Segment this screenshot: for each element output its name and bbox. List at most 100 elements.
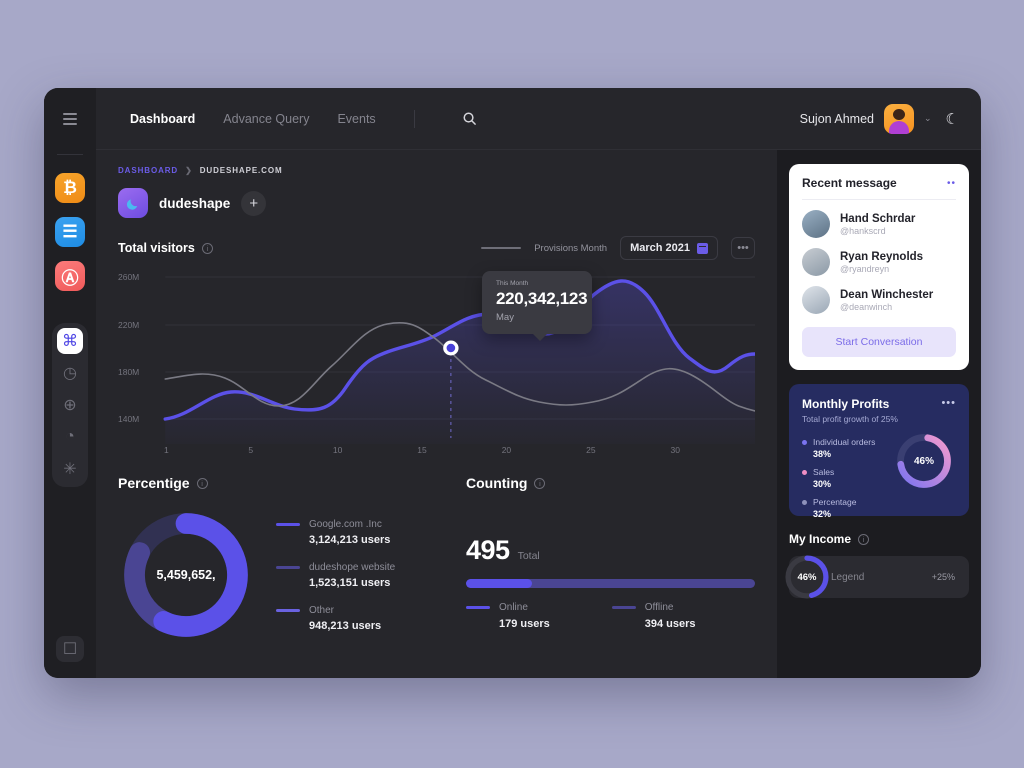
message-list-item[interactable]: Hand Schrdar @hankscrd (802, 210, 956, 238)
profit-label-sales: Sales (813, 467, 835, 477)
y-tick-180m: 180M (118, 367, 140, 377)
date-picker-value: March 2021 (630, 242, 690, 254)
visitors-info-icon[interactable]: i (201, 242, 213, 254)
monthly-profits-card: Monthly Profits Total profit growth of 2… (789, 384, 969, 519)
message-list-item[interactable]: Dean Winchester @deanwinch (802, 286, 956, 314)
nav-item-advance-query[interactable]: Advance Query (223, 112, 309, 126)
avatar (802, 210, 830, 238)
tooltip-value: 220,342,123 (496, 289, 588, 308)
counting-label-online: Online (499, 602, 528, 613)
counting-progress-fill (466, 579, 533, 588)
legend-value-dudeshope: 1,523,151 users (309, 576, 391, 589)
percentige-title: Percentige (118, 475, 190, 491)
left-rail: ₿ ☰ Ⓐ ⌘ ◷ ⊕ ◔ ✳ ☐ (44, 88, 96, 678)
nav-item-dashboard[interactable]: Dashboard (130, 112, 195, 126)
legend-swatch-dudeshope (276, 565, 300, 569)
percentige-info-icon[interactable]: i (196, 477, 208, 489)
tooltip-month: May (496, 312, 514, 323)
primary-nav: Dashboard Advance Query Events (130, 106, 483, 132)
command-icon[interactable]: ⌘ (57, 328, 83, 354)
moon-icon[interactable]: ☾ (946, 110, 959, 128)
counting-label-offline: Offline (644, 602, 674, 613)
profit-label-individual-orders: Individual orders (813, 437, 876, 447)
monthly-profits-menu-button[interactable]: ••• (941, 397, 956, 409)
start-conversation-button[interactable]: Start Conversation (802, 327, 956, 357)
avatar (802, 248, 830, 276)
percentige-donut: 5,459,652, (118, 507, 254, 643)
y-tick-260m: 260M (118, 272, 140, 282)
chat-icon[interactable]: ☐ (56, 636, 84, 662)
percentige-widget: Percentige i 5,459,652, Google.com .Inc … (118, 471, 448, 643)
my-income-header: My Income i (789, 532, 969, 546)
recent-message-card: Recent message •• Hand Schrdar @hankscrd (789, 164, 969, 370)
search-icon[interactable] (457, 106, 483, 132)
counting-swatch-online (466, 606, 490, 609)
recent-message-title: Recent message (802, 176, 897, 190)
chart-tooltip: This Month 220,342,123 May (482, 271, 592, 341)
message-person-name: Dean Winchester (840, 288, 934, 301)
my-income-title: My Income (789, 532, 852, 546)
visitors-menu-button[interactable]: ••• (731, 237, 755, 259)
visitors-title: Total visitors (118, 241, 195, 255)
avatar[interactable] (884, 103, 914, 134)
date-picker[interactable]: March 2021 (620, 236, 718, 260)
main-content: DASHBOARD ❯ DUDESHAPE.COM dudeshape + To (96, 150, 777, 678)
breadcrumb-root[interactable]: DASHBOARD (118, 166, 178, 175)
legend-label-other: Other (309, 604, 335, 616)
user-name: Sujon Ahmed (799, 111, 874, 126)
provisions-legend-swatch (481, 247, 522, 249)
legend-label-google: Google.com .Inc (309, 518, 382, 530)
add-site-button[interactable]: + (241, 190, 267, 216)
app-shell: Dashboard Advance Query Events Sujon Ahm… (96, 88, 981, 678)
message-person-name: Ryan Reynolds (840, 250, 924, 263)
visitors-tools: Provisions Month March 2021 ••• (481, 236, 755, 260)
bitcoin-app-icon[interactable]: ₿ (55, 173, 85, 203)
counting-title: Counting (466, 475, 528, 491)
counting-value-online: 179 users (499, 618, 550, 630)
calendar-icon (697, 242, 708, 254)
counting-header: Counting i (466, 475, 755, 491)
profit-label-percentage: Percentage (813, 497, 857, 507)
sparkle-icon[interactable]: ✳ (57, 456, 83, 482)
percentige-body: 5,459,652, Google.com .Inc 3,124,213 use… (118, 507, 448, 643)
side-panel: Recent message •• Hand Schrdar @hankscrd (777, 150, 981, 678)
chart-x-axis: 1 5 10 15 20 25 30 (164, 445, 755, 455)
pie-chart-icon[interactable]: ◔ (57, 424, 83, 450)
breadcrumb-current: DUDESHAPE.COM (199, 166, 283, 175)
site-row: dudeshape + (118, 188, 755, 218)
percentige-legend: Google.com .Inc 3,124,213 users dudeshop… (276, 519, 395, 632)
rail-divider (57, 154, 83, 155)
tooltip-caption: This Month (496, 280, 529, 287)
my-income-card: 46% Legend +25% (785, 555, 969, 599)
chart-svg (163, 276, 755, 444)
clock-icon[interactable]: ◷ (57, 360, 83, 386)
profit-swatch-percentage (802, 499, 807, 505)
monthly-profits-title: Monthly Profits (802, 397, 890, 411)
monthly-profits-header: Monthly Profits Total profit growth of 2… (802, 397, 956, 424)
site-name: dudeshape (159, 195, 231, 211)
message-list-item[interactable]: Ryan Reynolds @ryandreyn (802, 248, 956, 276)
profit-swatch-individual-orders (802, 439, 807, 445)
globe-icon[interactable]: ⊕ (57, 392, 83, 418)
app-body: DASHBOARD ❯ DUDESHAPE.COM dudeshape + To (96, 150, 981, 678)
nav-divider (413, 109, 415, 128)
nav-item-events[interactable]: Events (337, 112, 375, 126)
percentige-header: Percentige i (118, 475, 448, 491)
message-person-handle: @hankscrd (840, 226, 886, 237)
y-tick-220m: 220M (118, 320, 140, 330)
airbnb-app-icon[interactable]: Ⓐ (55, 261, 85, 291)
lower-widgets: Percentige i 5,459,652, Google.com .Inc … (118, 471, 755, 643)
recent-message-menu-button[interactable]: •• (947, 178, 956, 189)
x-tick-25: 25 (586, 445, 596, 455)
chevron-down-icon[interactable]: ⌄ (924, 113, 932, 124)
my-income-info-icon[interactable]: i (858, 533, 870, 545)
profit-value-percentage: 32% (813, 509, 832, 519)
counting-value-offline: 394 users (644, 618, 696, 630)
list-app-icon[interactable]: ☰ (55, 217, 85, 247)
x-tick-5: 5 (248, 445, 254, 455)
legend-swatch-other (276, 608, 300, 612)
hamburger-icon[interactable] (57, 106, 83, 132)
breadcrumb: DASHBOARD ❯ DUDESHAPE.COM (118, 166, 755, 175)
counting-info-icon[interactable]: i (534, 477, 546, 489)
dudeshape-logo-icon (118, 188, 148, 218)
